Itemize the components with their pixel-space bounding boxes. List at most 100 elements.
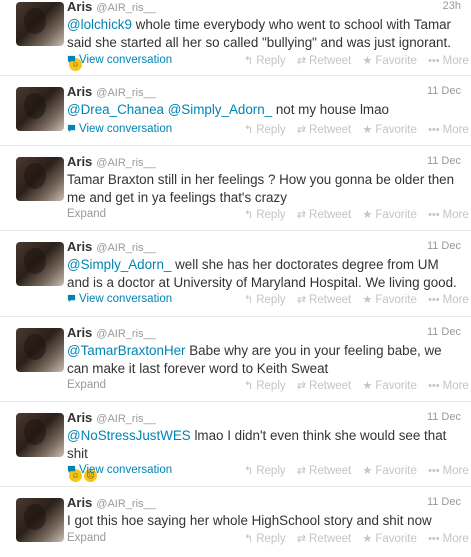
tweet-actions: ↰ Reply ⇄ Retweet ★ Favorite ••• More	[244, 123, 469, 136]
expand-link[interactable]: Expand	[67, 532, 106, 544]
tweet-timestamp[interactable]: 11 Dec	[427, 155, 461, 167]
tweet[interactable]: Aris @AIR_ris__ 11 Dec @TamarBraxtonHer B…	[0, 317, 471, 402]
star-icon: ★	[362, 380, 373, 392]
reply-button[interactable]: ↰ Reply	[244, 293, 286, 306]
reply-icon: ↰	[244, 465, 254, 477]
reply-icon: ↰	[244, 55, 254, 67]
avatar[interactable]	[16, 413, 64, 457]
tweet-actions: ↰ Reply ⇄ Retweet ★ Favorite ••• More	[244, 379, 469, 392]
mention-link[interactable]: @Drea_Chanea	[67, 102, 164, 117]
avatar[interactable]	[16, 328, 64, 372]
tweet-timestamp[interactable]: 11 Dec	[427, 85, 461, 97]
star-icon: ★	[362, 209, 373, 221]
reply-button[interactable]: ↰ Reply	[244, 532, 286, 545]
dots-icon: •••	[428, 55, 440, 67]
favorite-button[interactable]: ★ Favorite	[362, 464, 416, 477]
tweet[interactable]: Aris @AIR_ris__ 11 Dec I got this hoe say…	[0, 487, 471, 557]
more-button[interactable]: ••• More	[428, 294, 469, 306]
favorite-button[interactable]: ★ Favorite	[362, 293, 416, 306]
tweet[interactable]: Aris @AIR_ris__ 11 Dec @NoStressJustWES l…	[0, 402, 471, 487]
tweet-timestamp[interactable]: 23h	[443, 0, 461, 12]
author-name[interactable]: Aris @AIR_ris__	[67, 154, 156, 169]
retweet-icon: ⇄	[296, 380, 307, 392]
retweet-icon: ⇄	[296, 294, 307, 306]
star-icon: ★	[362, 55, 373, 67]
favorite-button[interactable]: ★ Favorite	[362, 208, 416, 221]
retweet-button[interactable]: ⇄ Retweet	[297, 532, 351, 545]
reply-button[interactable]: ↰ Reply	[244, 379, 286, 392]
tweet-actions: ↰ Reply ⇄ Retweet ★ Favorite ••• More	[244, 54, 469, 67]
reply-button[interactable]: ↰ Reply	[244, 123, 286, 136]
retweet-button[interactable]: ⇄ Retweet	[297, 54, 351, 67]
author-handle: @AIR_ris__	[96, 328, 156, 340]
mention-link[interactable]: @NoStressJustWES	[67, 428, 191, 443]
tweet-actions: ↰ Reply ⇄ Retweet ★ Favorite ••• More	[244, 464, 469, 477]
author-name[interactable]: Aris @AIR_ris__	[67, 495, 156, 510]
reply-icon: ↰	[244, 533, 254, 545]
mention-link[interactable]: @lolchick9	[67, 17, 132, 32]
avatar[interactable]	[16, 87, 64, 131]
more-button[interactable]: ••• More	[428, 380, 469, 392]
reply-button[interactable]: ↰ Reply	[244, 54, 286, 67]
retweet-button[interactable]: ⇄ Retweet	[297, 464, 351, 477]
more-button[interactable]: ••• More	[428, 55, 469, 67]
tweet-timestamp[interactable]: 11 Dec	[427, 411, 461, 423]
view-conversation-link[interactable]: View conversation	[67, 293, 172, 305]
reply-icon: ↰	[244, 294, 254, 306]
tweet-text: Tamar Braxton still in her feelings ? Ho…	[67, 172, 455, 205]
favorite-button[interactable]: ★ Favorite	[362, 379, 416, 392]
tweet-text: I got this hoe saying her whole HighScho…	[67, 513, 432, 528]
view-conversation-link[interactable]: View conversation	[67, 464, 172, 476]
expand-link[interactable]: Expand	[67, 208, 106, 220]
reply-button[interactable]: ↰ Reply	[244, 464, 286, 477]
author-handle: @AIR_ris__	[96, 242, 156, 254]
retweet-button[interactable]: ⇄ Retweet	[297, 123, 351, 136]
tweet[interactable]: Aris @AIR_ris__ 11 Dec Tamar Braxton stil…	[0, 146, 471, 231]
view-conversation-link[interactable]: View conversation	[67, 54, 172, 66]
tweet[interactable]: Aris @AIR_ris__ 11 Dec @Simply_Adorn_ wel…	[0, 231, 471, 317]
author-name[interactable]: Aris @AIR_ris__	[67, 84, 156, 99]
reply-icon: ↰	[244, 380, 254, 392]
more-button[interactable]: ••• More	[428, 209, 469, 221]
author-name[interactable]: Aris @AIR_ris__	[67, 325, 156, 340]
more-button[interactable]: ••• More	[428, 465, 469, 477]
dots-icon: •••	[428, 209, 440, 221]
retweet-button[interactable]: ⇄ Retweet	[297, 379, 351, 392]
expand-link[interactable]: Expand	[67, 379, 106, 391]
view-conversation-link[interactable]: View conversation	[67, 123, 172, 135]
mention-link[interactable]: @Simply_Adorn_	[67, 257, 171, 272]
author-name[interactable]: Aris @AIR_ris__	[67, 410, 156, 425]
author-name[interactable]: Aris @AIR_ris__	[67, 0, 156, 14]
avatar[interactable]	[16, 2, 64, 46]
tweet[interactable]: Aris @AIR_ris__ 11 Dec @Drea_Chanea @Simp…	[0, 76, 471, 146]
author-handle: @AIR_ris__	[96, 498, 156, 510]
dots-icon: •••	[428, 465, 440, 477]
reply-icon: ↰	[244, 124, 254, 136]
author-name[interactable]: Aris @AIR_ris__	[67, 239, 156, 254]
retweet-icon: ⇄	[296, 209, 307, 221]
more-button[interactable]: ••• More	[428, 124, 469, 136]
avatar[interactable]	[16, 242, 64, 286]
tweet-actions: ↰ Reply ⇄ Retweet ★ Favorite ••• More	[244, 293, 469, 306]
retweet-icon: ⇄	[296, 55, 307, 67]
favorite-button[interactable]: ★ Favorite	[362, 532, 416, 545]
retweet-button[interactable]: ⇄ Retweet	[297, 208, 351, 221]
avatar[interactable]	[16, 498, 64, 542]
author-handle: @AIR_ris__	[96, 413, 156, 425]
tweet-actions: ↰ Reply ⇄ Retweet ★ Favorite ••• More	[244, 532, 469, 545]
tweet-timestamp[interactable]: 11 Dec	[427, 326, 461, 338]
retweet-button[interactable]: ⇄ Retweet	[297, 293, 351, 306]
mention-link[interactable]: @Simply_Adorn_	[168, 102, 272, 117]
star-icon: ★	[362, 533, 373, 545]
star-icon: ★	[362, 124, 373, 136]
favorite-button[interactable]: ★ Favorite	[362, 54, 416, 67]
tweet[interactable]: Aris @AIR_ris__ 23h @lolchick9 whole time…	[0, 0, 471, 76]
avatar[interactable]	[16, 157, 64, 201]
favorite-button[interactable]: ★ Favorite	[362, 123, 416, 136]
mention-link[interactable]: @TamarBraxtonHer	[67, 343, 186, 358]
dots-icon: •••	[428, 533, 440, 545]
tweet-timestamp[interactable]: 11 Dec	[427, 240, 461, 252]
tweet-timestamp[interactable]: 11 Dec	[427, 496, 461, 508]
reply-button[interactable]: ↰ Reply	[244, 208, 286, 221]
more-button[interactable]: ••• More	[428, 533, 469, 545]
